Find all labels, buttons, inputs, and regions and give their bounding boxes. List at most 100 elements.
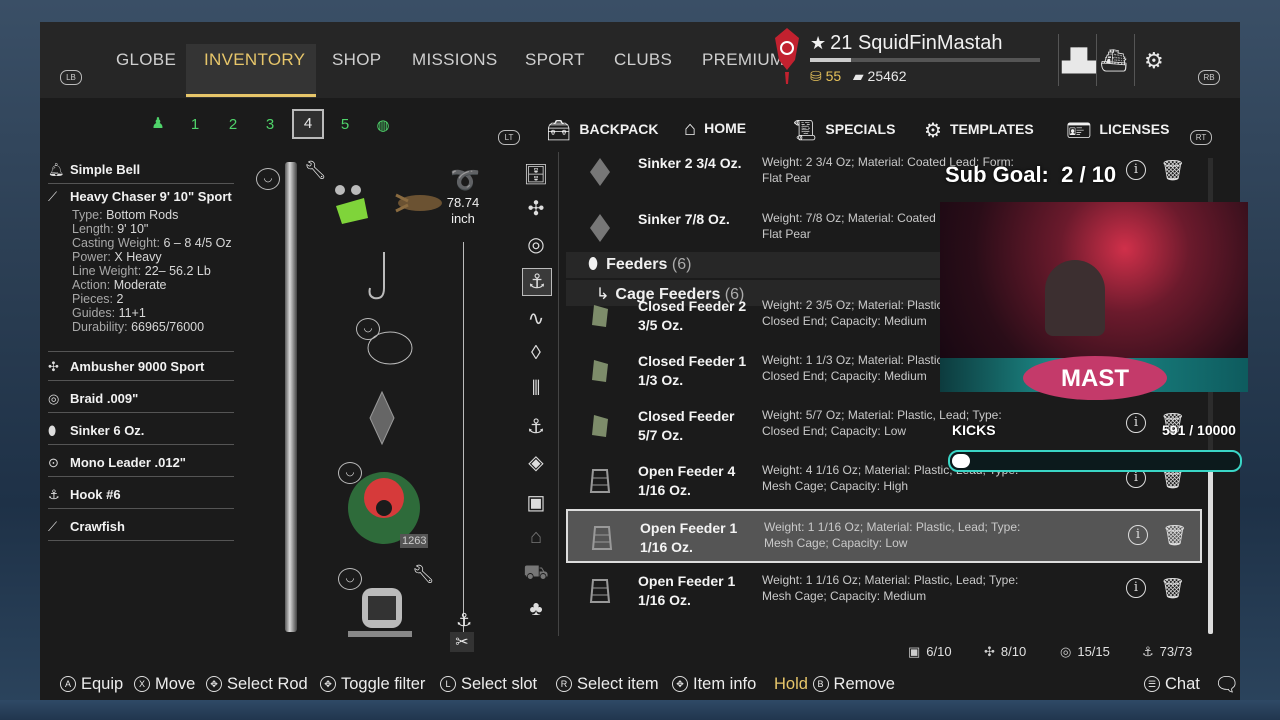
detail-key: Guides: [72,306,116,320]
gold-amount: 55 [825,68,842,84]
tackle-line[interactable]: ◎ Braid .009" [48,391,234,413]
tackle-rod[interactable]: ⟋ Heavy Chaser 9' 10" Sport [48,189,234,205]
tackle-reel[interactable]: ✣ Ambusher 9000 Sport [48,359,234,381]
item-name: Sinker 2 3/4 Oz. [638,155,742,171]
tab-home[interactable]: ⌂ HOME [684,118,746,141]
feeder-icon: ⬮ [588,256,599,273]
tackle-bait[interactable]: ⟋ Crawfish [48,519,234,541]
webcam-overlay [940,202,1248,392]
rod-slot-3[interactable]: 3 [256,116,284,133]
bait-category-icon[interactable]: ⦀ [522,378,550,404]
open-feeder-thumb-icon [589,579,611,603]
tab-templates[interactable]: ⚙ TEMPLATES [924,118,1034,143]
hint-item-info[interactable]: ✥ Item info [672,675,756,694]
bait-icon: ⚓︎ [1142,644,1154,659]
tab-missions[interactable]: MISSIONS [412,50,498,70]
info-icon[interactable]: i [1126,413,1146,433]
rod-slot-2[interactable]: 2 [219,116,247,133]
rod-slot-1[interactable]: 1 [181,116,209,133]
rod-details: Type: Bottom Rods Length: 9' 10" Casting W… [72,208,252,334]
tab-inventory[interactable]: INVENTORY [204,50,305,70]
house-category-icon[interactable]: ⌂ [522,526,550,552]
list-item[interactable]: Closed Feeder 5/7 Oz. Weight: 5/7 Oz; Mat… [566,399,1198,449]
tab-clubs[interactable]: CLUBS [614,50,672,70]
settings-gear-icon[interactable]: ⚙ [1144,48,1164,74]
capacity-bait: ⚓︎ 73/73 [1142,644,1192,660]
tackle-hook[interactable]: ⚓︎ Hook #6 [48,487,234,509]
hint-select-slot[interactable]: L Select slot [440,675,537,694]
capacity-spools: ◎ 15/15 [1060,644,1110,660]
fish-category-icon[interactable]: ◈ [522,450,550,476]
licenses-icon: 🪪︎ [1066,120,1092,142]
tackle-leader[interactable]: ⊙ Mono Leader .012" [48,455,234,477]
info-icon[interactable]: i [1128,525,1148,545]
reel-category-icon[interactable]: ✣ [522,196,550,222]
hint-remove[interactable]: Hold B Remove [774,675,895,694]
sub-goal-value: 2 / 10 [1061,162,1117,187]
closed-feeder-thumb-icon [592,360,608,382]
detail-key: Line Weight: [72,264,142,278]
tackle-bell[interactable]: 🔔︎ Simple Bell [48,162,234,184]
line-category-icon[interactable]: ◎ [522,232,550,258]
chat-button[interactable]: ☰ Chat [1144,675,1200,694]
rt-button-icon[interactable]: RT [1190,130,1212,145]
info-icon[interactable]: i [1126,160,1146,180]
ship-icon[interactable]: ⛴ [1100,48,1128,74]
trash-icon[interactable]: 🗑︎ [1162,523,1187,548]
bell-slot-icon[interactable]: ◡ [256,168,280,190]
hint-label: Select slot [461,675,538,693]
spool-icon: ◎ [1060,644,1072,659]
hint-select-rod[interactable]: ✥ Select Rod [206,675,308,694]
capacity-value: 8/10 [1000,644,1027,659]
rb-button-icon[interactable]: RB [1198,70,1220,85]
tab-specials[interactable]: 📜︎ SPECIALS [792,118,895,143]
leaderboard-icon[interactable]: ▟▙ [1062,48,1096,74]
backpack-icon: ▣ [908,644,921,659]
wrench-icon[interactable]: 🔧︎ [304,160,327,181]
tab-globe[interactable]: GLOBE [116,50,176,70]
tab-licenses[interactable]: 🪪︎ LICENSES [1066,118,1169,143]
lt-button-icon[interactable]: LT [498,130,520,145]
item-name: Closed Feeder 5/7 Oz. [638,408,735,443]
cabinet-icon[interactable]: 🗄︎ [522,162,550,188]
category-feeders[interactable]: ⬮ Feeders (6) [588,256,691,274]
scrollbar-thumb[interactable] [1208,458,1213,634]
car-category-icon[interactable]: ⛟ [522,562,550,588]
scissors-icon[interactable]: ✂ [450,632,474,652]
hook-end-icon: ⚓︎ [456,610,473,630]
trash-icon[interactable]: 🗑︎ [1160,158,1185,183]
trash-icon[interactable]: 🗑︎ [1160,576,1185,601]
rod-slot-5[interactable]: 5 [331,116,359,133]
leader-category-icon[interactable]: ∿ [522,306,550,332]
fish-hook-category-icon[interactable]: ⚓︎ [522,414,550,440]
tab-backpack[interactable]: 🧰︎ BACKPACK [546,118,658,143]
plant-category-icon[interactable]: ♣ [522,598,550,624]
bag-category-icon[interactable]: ▣ [522,490,550,516]
hint-select-item[interactable]: R Select item [556,675,659,694]
list-item[interactable]: Open Feeder 1 1/16 Oz. Weight: 1 1/16 Oz;… [566,564,1198,614]
item-name: Sinker 7/8 Oz. [638,211,730,227]
sub-goal: Sub Goal: 2 / 10 [945,162,1116,188]
rod-image [285,162,297,632]
selected-list-item[interactable]: Open Feeder 1 1/16 Oz. Weight: 1 1/16 Oz;… [566,509,1202,563]
terminal-tackle-icon[interactable]: ⚓︎ [522,268,552,296]
lb-button-icon[interactable]: LB [60,70,82,85]
bell-image [335,185,368,224]
lure-category-icon[interactable]: ◊ [522,342,550,368]
leader-label: Mono Leader .012" [70,455,186,470]
hint-equip[interactable]: A Equip [60,675,123,694]
category-name: Feeders [606,256,668,273]
tab-sport[interactable]: SPORT [525,50,585,70]
tab-shop[interactable]: SHOP [332,50,381,70]
tackle-sinker[interactable]: ⬮ Sinker 6 Oz. [48,423,234,445]
rod-detail-row: Action: Moderate [72,278,252,292]
detail-key: Casting Weight: [72,236,161,250]
info-icon[interactable]: i [1126,578,1146,598]
hint-toggle-filter[interactable]: ✥ Toggle filter [320,675,425,694]
globe-slot-icon[interactable]: ◍ [369,116,397,134]
controller-button-icon: ✥ [672,676,688,692]
chat-button-icon: ☰ [1144,676,1160,692]
message-icon[interactable]: 🗨︎ [1214,672,1239,697]
hint-move[interactable]: X Move [134,675,195,694]
rod-slot-4[interactable]: 4 [292,109,324,139]
